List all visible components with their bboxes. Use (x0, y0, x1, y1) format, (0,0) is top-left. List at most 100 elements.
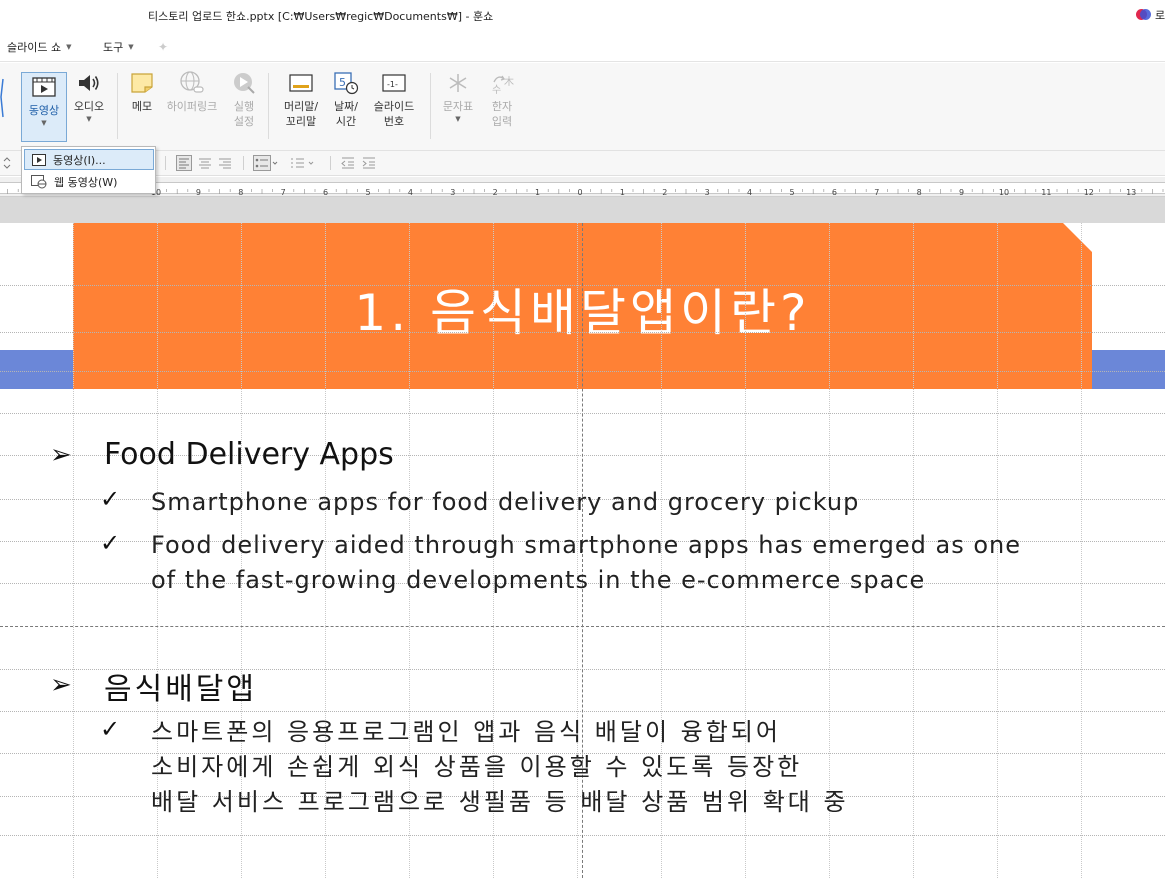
memo-icon (128, 69, 156, 97)
hanja-convert-icon: 수 木 (488, 69, 516, 97)
ruler-label: 7 (281, 188, 286, 197)
svg-text:5: 5 (339, 76, 346, 89)
bullet-list-icon[interactable] (253, 155, 279, 171)
bullet-text[interactable]: Smartphone apps for food delivery and gr… (151, 485, 859, 520)
arrow-bullet-icon: ➢ (50, 440, 72, 470)
align-left-icon[interactable] (176, 155, 192, 171)
speaker-icon (75, 69, 103, 97)
menu-tools-label: 도구 (103, 41, 124, 54)
align-right-icon[interactable] (217, 155, 233, 171)
toolbar-separator (243, 156, 244, 170)
grid-line (73, 223, 74, 878)
hyperlink-globe-icon (178, 69, 206, 97)
horizontal-guide[interactable] (0, 626, 1165, 627)
menu-item-insert-video[interactable]: 동영상(I)... (24, 149, 154, 170)
slide-canvas: 1. 음식배달앱이란? ➢ Food Delivery Apps ✓ Smart… (0, 197, 1165, 878)
ruler-label: 8 (238, 188, 243, 197)
toolbar-extra-icon[interactable]: ✦ (158, 40, 172, 54)
svg-text:-1-: -1- (387, 80, 398, 89)
chevron-down-icon: ▼ (41, 119, 47, 127)
video-button[interactable]: 동영상 ▼ (21, 72, 67, 142)
login-button[interactable]: 로 (1136, 7, 1165, 23)
header-footer-icon (287, 69, 315, 97)
date-time-button[interactable]: 5 날짜/ 시간 (328, 69, 364, 129)
arrow-bullet-icon: ➢ (50, 670, 72, 700)
ruler-label: 12 (1084, 188, 1094, 197)
symbol-asterisk-icon (444, 69, 472, 97)
bullet-text[interactable]: 스마트폰의 응용프로그램인 앱과 음식 배달이 융합되어 소비자에게 손쉽게 외… (151, 715, 849, 820)
ruler-label: 4 (747, 188, 752, 197)
action-play-icon (230, 69, 258, 97)
calendar-clock-icon: 5 (332, 69, 360, 97)
hanja-input-button[interactable]: 수 木 한자 입력 (482, 69, 522, 129)
header-footer-label: 머리말/ 꼬리말 (283, 100, 319, 128)
horizontal-ruler[interactable]: 10 9 8 7 6 5 4 3 2 1 0 1 2 3 4 5 6 7 8 9 10 11 12 13 (0, 177, 1165, 197)
window-title: 티스토리 업로드 한쇼.pptx [C:₩Users₩regic₩Documen… (148, 10, 494, 23)
ribbon-edge-icon (0, 77, 4, 137)
ribbon-separator (117, 73, 118, 139)
numbered-list-icon[interactable] (289, 155, 315, 171)
ruler-label: 3 (705, 188, 710, 197)
menu-tools[interactable]: 도구 ▼ (103, 39, 134, 55)
chevron-down-icon: ▼ (128, 43, 134, 51)
ruler-label: 6 (832, 188, 837, 197)
increase-indent-icon[interactable] (361, 155, 377, 171)
chevron-down-icon: ▼ (66, 43, 72, 51)
chevron-down-icon: ▼ (455, 115, 461, 123)
action-settings-button[interactable]: 실행 설정 (225, 69, 263, 129)
ruler-label: 2 (662, 188, 667, 197)
bullet-text[interactable]: Food delivery aided through smartphone a… (151, 528, 1021, 598)
toolbar-separator (330, 156, 331, 170)
ruler-label: 11 (1041, 188, 1051, 197)
web-video-icon (31, 174, 47, 188)
ruler-bar: 10 9 8 7 6 5 4 3 2 1 0 1 2 3 4 5 6 7 8 9 10 11 12 13 (0, 182, 1165, 197)
symbol-label: 문자표 (442, 100, 474, 113)
slide-number-label: 슬라이드 번호 (373, 100, 415, 128)
ruler-label: 1 (535, 188, 540, 197)
section-heading-food-delivery[interactable]: Food Delivery Apps (104, 437, 394, 472)
section-heading-korean[interactable]: 음식배달앱 (104, 664, 257, 708)
date-time-label: 날짜/ 시간 (334, 100, 358, 128)
ribbon-separator (268, 73, 269, 139)
menu-slideshow[interactable]: 슬라이드 쇼 ▼ (7, 39, 72, 55)
grid-line (1081, 223, 1082, 878)
memo-label: 메모 (131, 100, 153, 113)
hanja-input-label: 한자 입력 (491, 100, 513, 128)
format-toolbar (0, 151, 1165, 176)
check-bullet-icon: ✓ (100, 485, 121, 513)
insert-ribbon: 동영상 ▼ 오디오 ▼ 메모 하이퍼링크 실행 설정 머리말/ 꼬리말 5 날짜… (0, 63, 1165, 151)
ruler-label: 5 (789, 188, 794, 197)
svg-text:木: 木 (504, 76, 514, 88)
slide[interactable]: 1. 음식배달앱이란? ➢ Food Delivery Apps ✓ Smart… (0, 223, 1165, 878)
hyperlink-label: 하이퍼링크 (166, 100, 218, 113)
menu-item-insert-video-label: 동영상(I)... (53, 153, 106, 167)
ruler-label: 4 (408, 188, 413, 197)
bullet-line: of the fast-growing developments in the … (151, 566, 926, 594)
ruler-label: 7 (874, 188, 879, 197)
header-footer-button[interactable]: 머리말/ 꼬리말 (278, 69, 324, 129)
memo-button[interactable]: 메모 (125, 69, 159, 114)
menu-item-web-video[interactable]: 웹 동영상(W) (24, 171, 154, 192)
menu-bar: 슬라이드 쇼 ▼ 도구 ▼ ✦ (0, 32, 1165, 62)
menu-slideshow-label: 슬라이드 쇼 (7, 41, 62, 54)
ruler-label: 10 (999, 188, 1009, 197)
audio-label: 오디오 (73, 100, 105, 113)
audio-button[interactable]: 오디오 ▼ (70, 69, 108, 124)
video-file-icon (32, 153, 46, 166)
ruler-label: 9 (959, 188, 964, 197)
bullet-line: 스마트폰의 응용프로그램인 앱과 음식 배달이 융합되어 (151, 718, 781, 746)
hyperlink-button[interactable]: 하이퍼링크 (163, 69, 221, 114)
ruler-label: 0 (577, 188, 582, 197)
slide-number-icon: -1- (380, 69, 408, 97)
spin-icon[interactable] (2, 155, 12, 171)
symbol-button[interactable]: 문자표 ▼ (438, 69, 478, 124)
action-settings-label: 실행 설정 (233, 100, 255, 128)
decrease-indent-icon[interactable] (340, 155, 356, 171)
ribbon-separator (430, 73, 431, 139)
ruler-label: 3 (450, 188, 455, 197)
bullet-line: Food delivery aided through smartphone a… (151, 531, 1022, 559)
user-account-icon (1136, 9, 1152, 21)
slide-number-button[interactable]: -1- 슬라이드 번호 (368, 69, 420, 129)
toolbar-separator (165, 156, 166, 170)
align-center-icon[interactable] (197, 155, 213, 171)
